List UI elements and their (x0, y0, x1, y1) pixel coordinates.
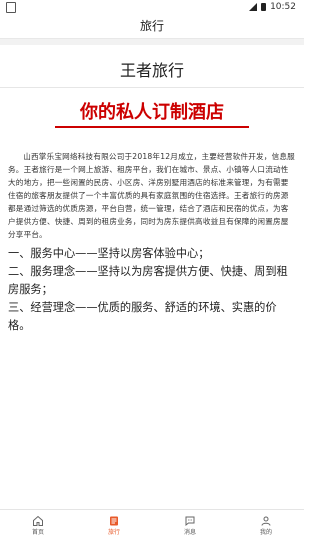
point-service-philosophy: 二、服务理念——坚持以为房客提供方便、快捷、周到租房服务； (8, 265, 288, 296)
slogan-heading: 你的私人订制酒店 (55, 98, 249, 128)
point-service-center: 一、服务中心——坚持以房客体验中心； (8, 247, 210, 260)
status-time: 10:52 (270, 2, 296, 12)
tab-profile[interactable]: 我的 (228, 510, 304, 540)
content-area: 王者旅行 你的私人订制酒店 山西掌乐宝网络科技有限公司于2018年12月成立，主… (0, 45, 304, 497)
tab-home[interactable]: 首页 (0, 510, 76, 540)
divider (0, 87, 304, 88)
tab-messages[interactable]: 消息 (152, 510, 228, 540)
tab-travel[interactable]: 旅行 (76, 510, 152, 540)
app-bar-title: 旅行 (139, 19, 164, 33)
bottom-tab-bar: 首页 旅行 消息 我的 (0, 509, 304, 540)
message-icon (185, 516, 195, 526)
home-icon (33, 515, 43, 526)
tab-home-label: 首页 (31, 528, 44, 536)
tab-travel-label: 旅行 (107, 528, 120, 536)
battery-icon (261, 3, 267, 11)
intro-paragraph: 山西掌乐宝网络科技有限公司于2018年12月成立，主要经营软件开发，信息服务。王… (8, 152, 295, 239)
status-bar: 10:52 (0, 0, 304, 14)
user-icon (261, 516, 271, 526)
notification-icon (6, 2, 16, 13)
signal-icon (249, 3, 258, 11)
app-bar: 旅行 (0, 14, 304, 39)
service-points: 一、服务中心——坚持以房客体验中心； 二、服务理念——坚持以为房客提供方便、快捷… (8, 245, 296, 335)
tab-profile-label: 我的 (259, 528, 272, 536)
point-business-philosophy: 三、经营理念——优质的服务、舒适的环境、实惠的价格。 (8, 301, 277, 332)
travel-icon (110, 516, 118, 525)
tab-messages-label: 消息 (183, 528, 196, 536)
page-title: 王者旅行 (119, 61, 184, 80)
